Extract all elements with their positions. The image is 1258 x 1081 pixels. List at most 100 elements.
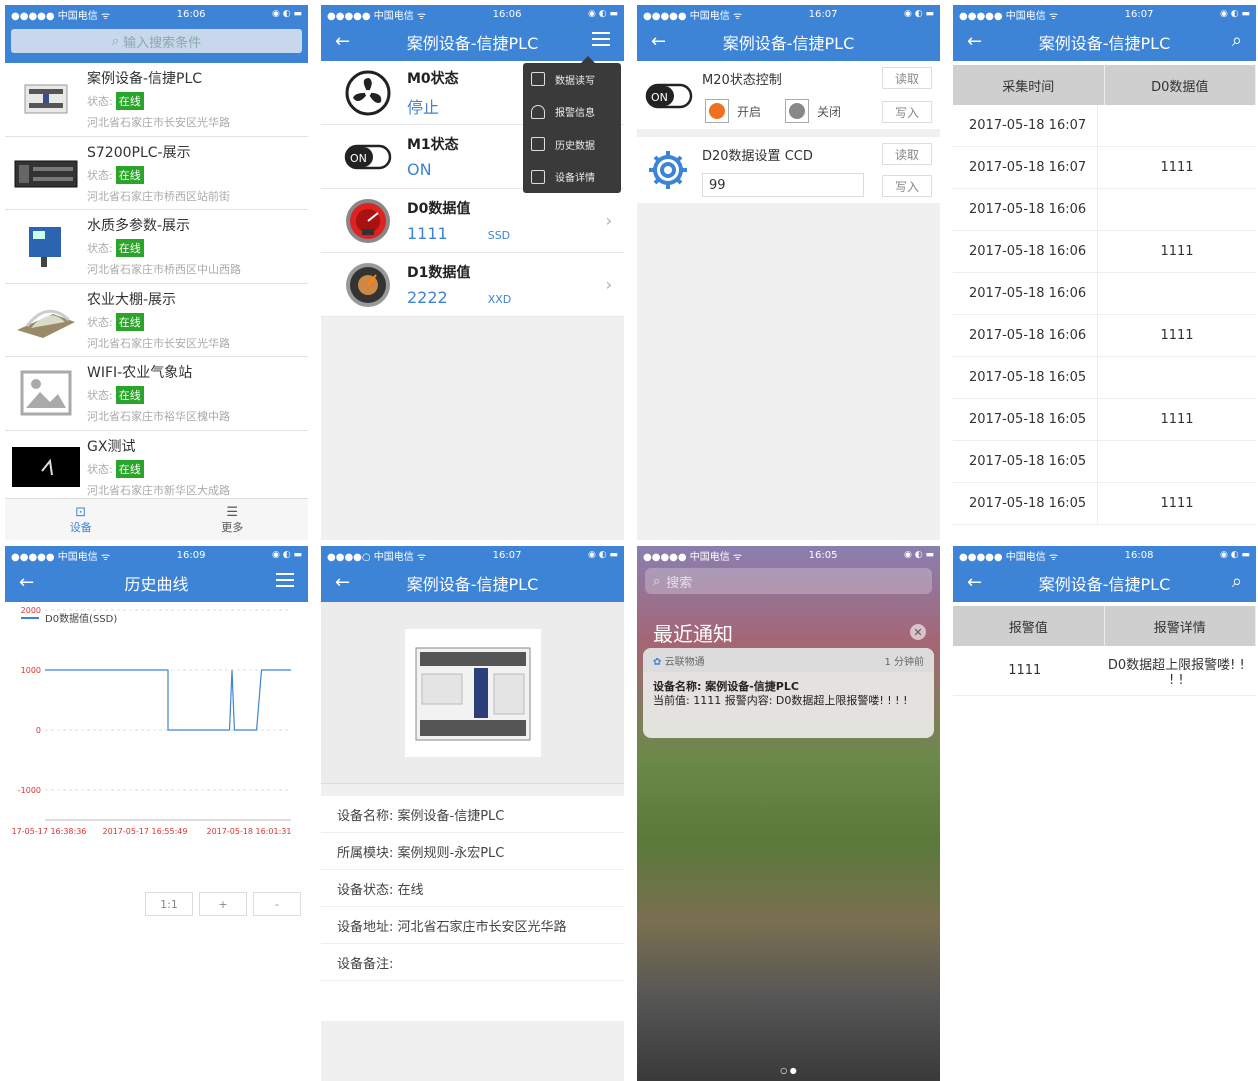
carrier-label: ●●●●● 中国电信 ᯤ [959,551,1059,563]
m20-label: M20状态控制 [702,73,782,88]
clock: 16:06 [176,8,206,20]
list-item[interactable]: WIFI-农业气象站 状态: 在线 河北省石家庄市裕华区槐中路 [5,357,308,431]
legend-label: D0数据值(SSD) [45,612,117,625]
table-row: 1111 D0数据超上限报警喽! ! ! ! [953,646,1256,696]
device-address: 河北省石家庄市长安区光华路 [87,336,230,350]
write-button[interactable]: 写入 [882,101,932,123]
screen-device-info: ●●●●○ 中国电信 ᯤ 16:07 ◉ ◐ ▬ ← 案例设备-信捷PLC 设备… [321,546,624,1081]
list-item[interactable]: GX测试 状态: 在线 河北省石家庄市新华区大成路 [5,431,308,504]
search-input[interactable]: ⌕ 搜索 [645,568,932,594]
time-cell: 2017-05-18 16:07 [953,147,1098,188]
column-header: 报警详情 [1105,606,1256,646]
search-icon[interactable]: ⌕ [1232,30,1242,51]
back-arrow-icon[interactable]: ← [335,572,350,593]
control-unit: SSD [487,229,511,242]
on-toggle-icon: ON [645,81,693,115]
status-bar: ●●●●● 中国电信 ᯤ 16:06 ◉ ◐ ▬ [321,5,624,23]
tab-more[interactable]: ☰ 更多 [157,499,309,540]
back-arrow-icon[interactable]: ← [19,572,34,593]
status-badge: 在线 [115,239,144,258]
dropdown-menu: 数据读写 报警信息 历史数据 设备详情 [523,56,621,194]
zoom-in-button[interactable]: + [199,892,247,916]
m20-panel: ON M20状态控制 读取 开启 关闭 写入 [637,61,940,129]
menu-item-data-rw[interactable]: 数据读写 [523,63,621,96]
device-thumbnail [11,148,81,198]
device-name: WIFI-农业气象站 [87,365,193,382]
clock: 16:07 [492,549,522,561]
list-item[interactable]: S7200PLC-展示 状态: 在线 河北省石家庄市桥西区站前街 [5,137,308,210]
chevron-right-icon: › [605,211,612,230]
tab-label: 设备 [69,521,92,534]
alarm-detail-cell: D0数据超上限报警喽! ! ! ! [1107,657,1245,688]
status-bar: ●●●●○ 中国电信 ᯤ 16:07 ◉ ◐ ▬ [321,546,624,564]
write-button[interactable]: 写入 [882,175,932,197]
detail-name: 设备名称: 案例设备-信捷PLC [321,796,624,833]
device-name: S7200PLC-展示 [87,144,191,161]
tab-devices[interactable]: ⊡ 设备 [5,499,157,540]
value-cell: 1111 [1160,160,1194,175]
value-cell [1098,105,1256,146]
detail-address: 设备地址: 河北省石家庄市长安区光华路 [321,907,624,944]
control-item-d0[interactable]: D0数据值 1111 SSD › [321,189,624,253]
close-icon[interactable]: ✕ [910,624,926,640]
clock: 16:09 [176,549,206,561]
table-row: 2017-05-18 16:06 [953,189,1256,231]
back-arrow-icon[interactable]: ← [335,31,350,52]
notification-title: 设备名称: 案例设备-信捷PLC [653,680,799,693]
tab-label: 更多 [221,521,244,534]
table-row: 2017-05-18 16:05 [953,357,1256,399]
on-toggle-icon: ON [343,132,393,182]
back-arrow-icon[interactable]: ← [651,31,666,52]
on-radio[interactable] [705,99,729,123]
control-value: 停止 [407,97,440,117]
device-image-panel [321,602,624,784]
search-input[interactable]: ⌕ 输入搜索条件 [11,29,302,53]
time-cell: 2017-05-18 16:06 [953,231,1098,272]
notification-card[interactable]: ✿ 云联物通 1 分钟前 设备名称: 案例设备-信捷PLC 当前值: 1111 … [643,648,934,738]
list-item[interactable]: 案例设备-信捷PLC 状态: 在线 河北省石家庄市长安区光华路 [5,63,308,137]
search-icon[interactable]: ⌕ [1232,571,1242,592]
column-header: 报警值 [953,606,1105,646]
value-cell [1098,357,1256,398]
screenshot-collage: ●●●●● 中国电信 ᯤ 16:06 ◉ ◐ ▬ ⌕ 输入搜索条件 案例设备-信… [0,0,1258,1081]
control-item-d1[interactable]: D1数据值 2222 XXD › [321,253,624,317]
clock: 16:07 [808,8,838,20]
back-arrow-icon[interactable]: ← [967,572,982,593]
device-name: 水质多参数-展示 [87,218,191,235]
search-bar: ⌕ 输入搜索条件 [5,23,308,63]
menu-icon[interactable] [592,30,610,51]
carrier-label: ●●●●● 中国电信 ᯤ [643,551,743,563]
device-address: 河北省石家庄市桥西区中山西路 [87,263,241,277]
red-gauge-icon [343,196,393,246]
carrier-label: ●●●●● 中国电信 ᯤ [643,10,743,22]
menu-item-details[interactable]: 设备详情 [523,161,621,194]
table-row: 2017-05-18 16:06 1111 [953,315,1256,357]
clock: 16:07 [1124,8,1154,20]
page-title: 案例设备-信捷PLC [406,34,539,53]
screen-data-rw: ●●●●● 中国电信 ᯤ 16:07 ◉ ◐ ▬ ← 案例设备-信捷PLC ON… [637,5,940,540]
menu-item-label: 报警信息 [555,108,595,120]
menu-item-history[interactable]: 历史数据 [523,128,621,161]
screen-notification: ●●●●● 中国电信 ᯤ 16:05 ◉ ◐ ▬ ⌕ 搜索 最近通知 ✕ ✿ 云联… [637,546,940,1081]
y-tick-label: -1000 [18,786,41,795]
battery-icon: ◉ ◐ ▬ [904,9,934,19]
read-button[interactable]: 读取 [882,67,932,89]
table-icon [531,137,545,152]
back-arrow-icon[interactable]: ← [967,31,982,52]
status-badge: 在线 [115,165,144,184]
device-name: 农业大棚-展示 [87,291,177,308]
table-row: 2017-05-18 16:05 1111 [953,483,1256,525]
zoom-out-button[interactable]: - [253,892,301,916]
clock: 16:05 [808,549,838,561]
read-button[interactable]: 读取 [882,143,932,165]
value-cell: 1111 [1160,412,1194,427]
off-radio[interactable] [785,99,810,123]
menu-item-alarms[interactable]: 报警信息 [523,96,621,129]
x-tick-label: 2017-05-18 16:01:31 [207,827,292,836]
series-line [45,669,291,731]
d20-value-input[interactable]: 99 [702,173,864,197]
list-item[interactable]: 农业大棚-展示 状态: 在线 河北省石家庄市长安区光华路 [5,284,308,357]
menu-icon[interactable] [276,571,294,592]
zoom-reset-button[interactable]: 1:1 [145,892,193,916]
list-item[interactable]: 水质多参数-展示 状态: 在线 河北省石家庄市桥西区中山西路 [5,210,308,284]
